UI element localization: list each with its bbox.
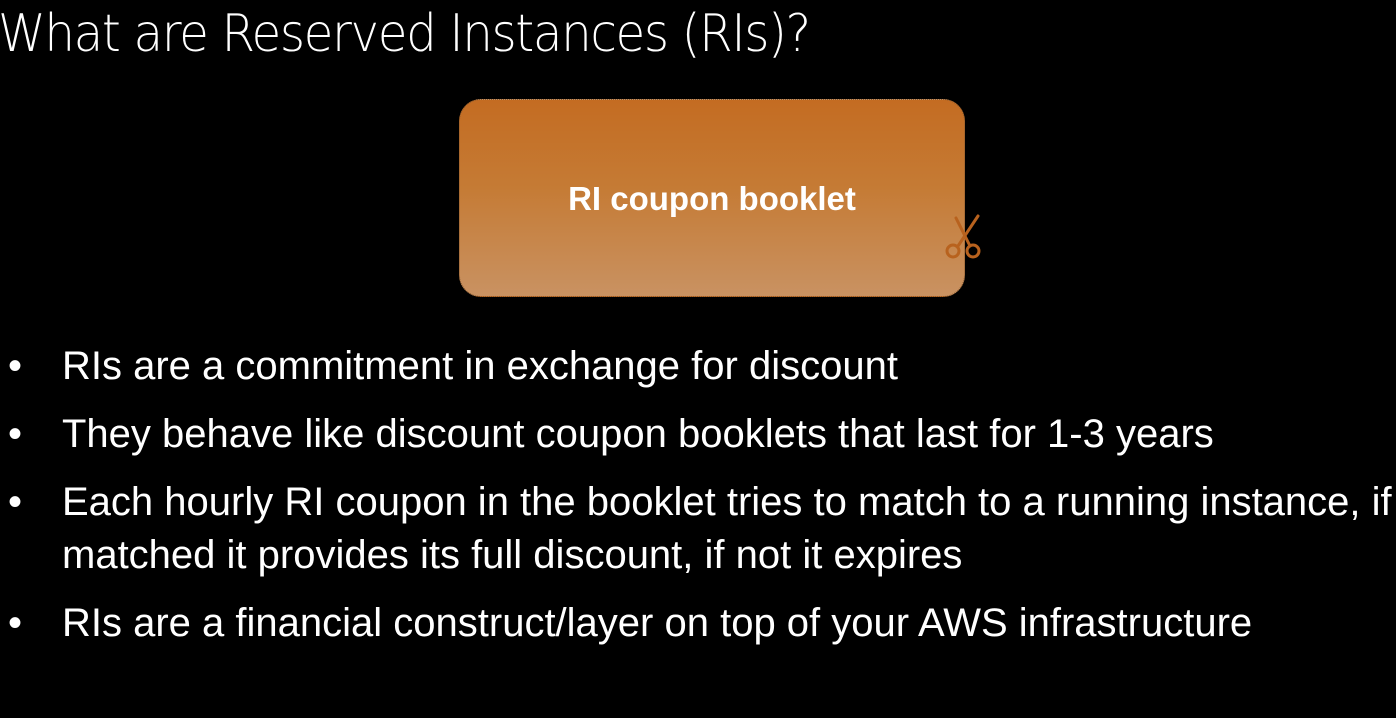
bullet-dot: • [8,601,23,645]
bullet-text: RIs are a financial construct/layer on t… [62,601,1253,645]
scissors-icon [945,214,981,259]
ri-coupon-booklet: RI coupon booklet [459,99,965,297]
bullet-dot: • [8,480,23,524]
bullet-list: • RIs are a commitment in exchange for di… [0,340,1392,665]
bullet-item: • They behave like discount coupon bookle… [0,408,1392,461]
bullet-dot: • [8,412,23,456]
coupon-label: RI coupon booklet [568,180,856,217]
bullet-text: RIs are a commitment in exchange for dis… [62,344,898,388]
bullet-item: • RIs are a commitment in exchange for di… [0,340,1392,393]
bullet-dot: • [8,344,23,388]
bullet-text: Each hourly RI coupon in the booklet tri… [62,480,1392,577]
slide-title: What are Reserved Instances (RIs)? [0,4,811,64]
bullet-item: • RIs are a financial construct/layer on … [0,597,1392,650]
bullet-item: • Each hourly RI coupon in the booklet tr… [0,476,1392,582]
bullet-text: They behave like discount coupon booklet… [62,412,1214,456]
